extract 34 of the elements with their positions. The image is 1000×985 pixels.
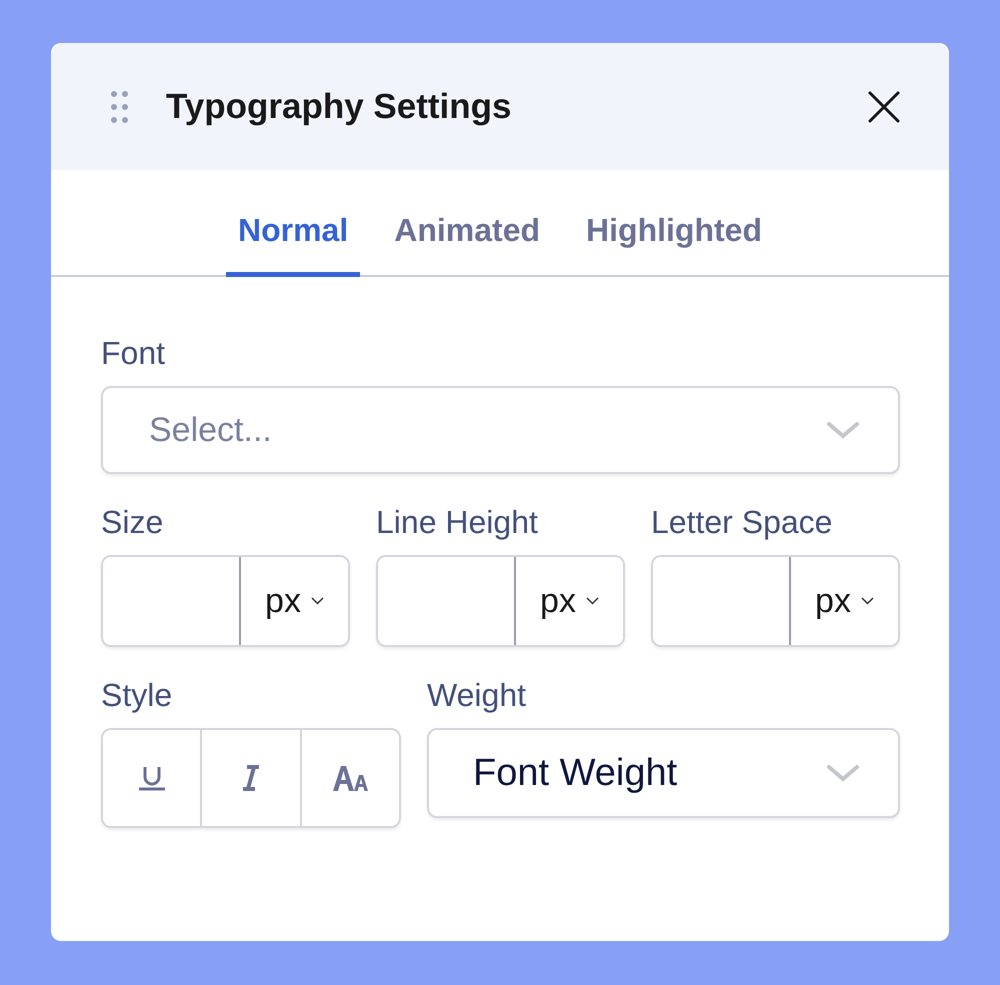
font-select[interactable]: Select... [101,386,900,474]
chevron-icon [586,597,599,605]
unit-number-field[interactable]: px [651,555,900,647]
field-label: Style [101,677,174,714]
letter-case-icon [332,765,368,791]
underline-button[interactable] [103,730,202,826]
number-input[interactable] [103,557,241,645]
unit-dropdown[interactable]: px [791,557,898,645]
field-label: Letter Space [651,504,834,541]
chevron-icon [826,763,860,783]
chevron-icon [860,597,874,605]
tab[interactable]: Highlighted [574,170,774,277]
drag-handle-icon[interactable] [110,90,130,124]
chevron-icon [310,597,324,605]
field-label: Line Height [376,504,539,541]
panel-title: Typography Settings [166,86,512,126]
italic-icon [242,764,260,792]
field-label: Size [101,504,164,541]
tab[interactable]: Animated [382,170,552,277]
unit-number-field[interactable]: px [101,555,350,647]
field-label: Weight [427,677,528,714]
unit-number-field[interactable]: px [376,555,625,647]
number-input[interactable] [378,557,516,645]
underline-icon [138,765,166,791]
number-input[interactable] [653,557,791,645]
font-input[interactable]: Select... [147,410,826,450]
chevron-icon [826,420,860,440]
close-icon[interactable] [867,90,901,124]
tab[interactable]: Normal [226,170,360,277]
weight-select[interactable]: Font Weight [427,728,900,818]
unit-dropdown[interactable]: px [516,557,623,645]
field-label: Font [101,335,166,372]
case-button[interactable] [302,730,399,826]
unit-dropdown[interactable]: px [241,557,348,645]
